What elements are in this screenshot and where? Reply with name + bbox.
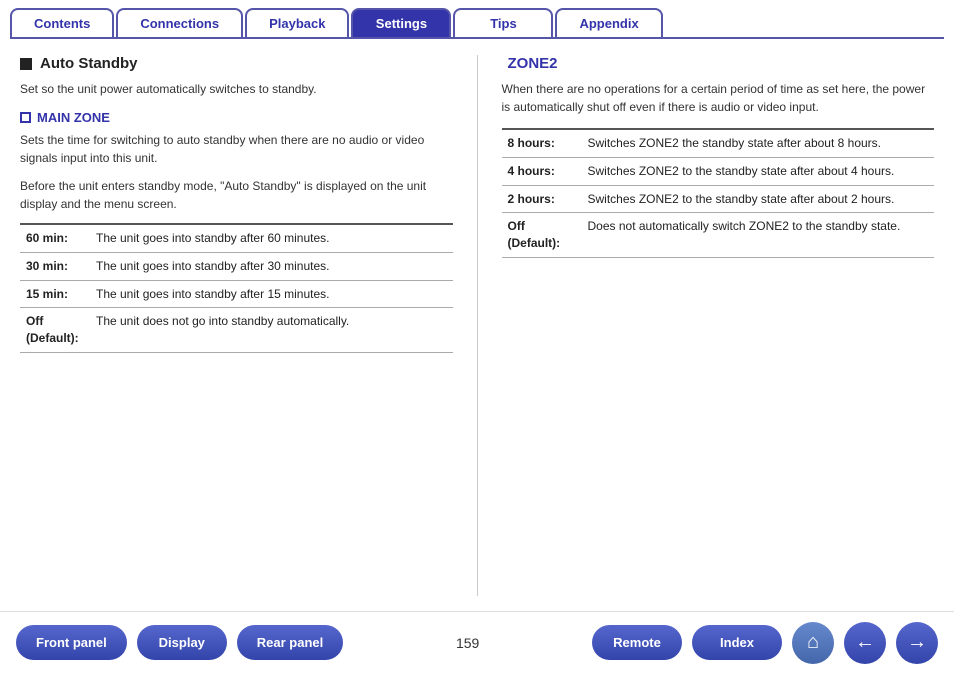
tab-connections[interactable]: Connections [116, 8, 243, 37]
row-value: The unit goes into standby after 30 minu… [90, 252, 453, 280]
back-icon: ← [855, 631, 875, 654]
row-value: Does not automatically switch ZONE2 to t… [582, 213, 935, 258]
left-column: Auto Standby Set so the unit power autom… [20, 55, 478, 596]
row-key: 30 min: [20, 252, 90, 280]
auto-standby-title: Auto Standby [20, 55, 453, 72]
forward-icon: → [907, 631, 927, 654]
row-key: 4 hours: [502, 157, 582, 185]
bottom-navigation: Front panel Display Rear panel 159 Remot… [0, 611, 954, 673]
main-zone-table: 60 min:The unit goes into standby after … [20, 223, 453, 353]
page-number: 159 [456, 635, 479, 651]
table-row: 60 min:The unit goes into standby after … [20, 224, 453, 252]
tab-settings[interactable]: Settings [351, 8, 451, 37]
table-row: Off (Default):The unit does not go into … [20, 308, 453, 353]
black-square-icon [20, 58, 32, 70]
row-key: Off (Default): [20, 308, 90, 353]
row-key: Off (Default): [502, 213, 582, 258]
table-row: 30 min:The unit goes into standby after … [20, 252, 453, 280]
main-zone-title: MAIN ZONE [20, 110, 453, 125]
row-value: Switches ZONE2 to the standby state afte… [582, 185, 935, 213]
row-value: The unit goes into standby after 15 minu… [90, 280, 453, 308]
table-row: 2 hours:Switches ZONE2 to the standby st… [502, 185, 935, 213]
auto-standby-desc: Set so the unit power automatically swit… [20, 80, 453, 98]
home-icon: ⌂ [807, 631, 819, 654]
zone2-intro: When there are no operations for a certa… [502, 80, 935, 116]
bottom-nav-right: Remote Index ⌂ ← → [592, 622, 938, 664]
front-panel-button[interactable]: Front panel [16, 625, 127, 660]
table-row: 8 hours:Switches ZONE2 the standby state… [502, 129, 935, 157]
back-button[interactable]: ← [844, 622, 886, 664]
row-value: Switches ZONE2 the standby state after a… [582, 129, 935, 157]
row-key: 15 min: [20, 280, 90, 308]
bottom-nav-left: Front panel Display Rear panel [16, 625, 343, 660]
row-key: 60 min: [20, 224, 90, 252]
row-value: The unit goes into standby after 60 minu… [90, 224, 453, 252]
tab-navigation: ContentsConnectionsPlaybackSettingsTipsA… [0, 0, 954, 37]
row-key: 8 hours: [502, 129, 582, 157]
row-value: The unit does not go into standby automa… [90, 308, 453, 353]
index-button[interactable]: Index [692, 625, 782, 660]
right-column: ZONE2 When there are no operations for a… [478, 55, 935, 596]
table-row: Off (Default):Does not automatically swi… [502, 213, 935, 258]
main-zone-desc2: Before the unit enters standby mode, "Au… [20, 177, 453, 213]
tab-tips[interactable]: Tips [453, 8, 553, 37]
row-value: Switches ZONE2 to the standby state afte… [582, 157, 935, 185]
zone2-title: ZONE2 [502, 55, 935, 72]
tab-contents[interactable]: Contents [10, 8, 114, 37]
table-row: 4 hours:Switches ZONE2 to the standby st… [502, 157, 935, 185]
remote-button[interactable]: Remote [592, 625, 682, 660]
content-area: Auto Standby Set so the unit power autom… [0, 39, 954, 612]
display-button[interactable]: Display [137, 625, 227, 660]
forward-button[interactable]: → [896, 622, 938, 664]
zone2-table: 8 hours:Switches ZONE2 the standby state… [502, 128, 935, 258]
main-zone-desc1: Sets the time for switching to auto stan… [20, 131, 453, 167]
checkbox-icon [20, 112, 31, 123]
rear-panel-button[interactable]: Rear panel [237, 625, 343, 660]
tab-playback[interactable]: Playback [245, 8, 349, 37]
tab-appendix[interactable]: Appendix [555, 8, 662, 37]
table-row: 15 min:The unit goes into standby after … [20, 280, 453, 308]
row-key: 2 hours: [502, 185, 582, 213]
home-button[interactable]: ⌂ [792, 622, 834, 664]
